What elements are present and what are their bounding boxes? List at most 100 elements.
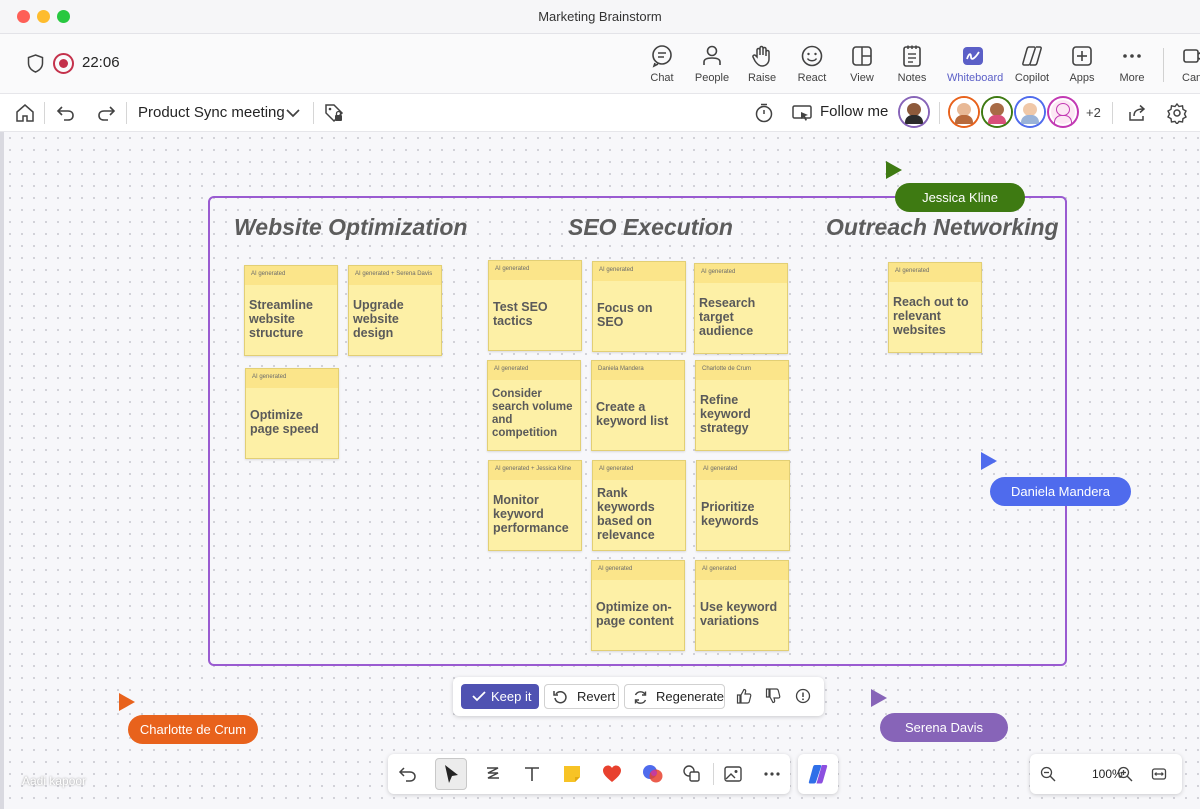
note-text: Streamline website structure xyxy=(249,298,313,340)
notes-button[interactable]: Notes xyxy=(887,42,937,92)
avatar-presenter[interactable] xyxy=(900,98,928,126)
avatar-jessica[interactable] xyxy=(983,98,1011,126)
follow-me-label[interactable]: Follow me xyxy=(820,103,888,120)
fit-to-screen-icon[interactable] xyxy=(1151,766,1167,782)
self-view-name: Aadi kapoor xyxy=(22,774,87,788)
chat-label: Chat xyxy=(650,72,674,84)
window-title: Marketing Brainstorm xyxy=(538,9,662,24)
note-text: Test SEO tactics xyxy=(493,300,548,328)
thumbs-up-icon[interactable] xyxy=(736,688,752,704)
note-tag: AI generated xyxy=(252,374,287,380)
note-tag: AI generated xyxy=(701,269,736,275)
sticky-note[interactable]: AI generated Streamline website structure xyxy=(244,265,338,356)
drawing-toolbar xyxy=(388,754,790,794)
raise-hand-button[interactable]: Raise xyxy=(737,42,787,92)
people-button[interactable]: People xyxy=(687,42,737,92)
raise-hand-icon xyxy=(752,45,770,67)
note-text: Optimize page speed xyxy=(250,408,319,436)
note-text: Create a keyword list xyxy=(596,400,669,428)
view-button[interactable]: View xyxy=(837,42,887,92)
sticky-note[interactable]: AI generated + Serena Davis Upgrade websi… xyxy=(348,265,442,356)
sticky-note[interactable]: AI generated Use keyword variations xyxy=(695,560,789,651)
chevron-down-icon[interactable] xyxy=(282,102,304,124)
more-icon xyxy=(1123,54,1141,58)
apps-label: Apps xyxy=(1069,72,1095,84)
avatar-charlotte[interactable] xyxy=(950,98,978,126)
note-text: Monitor keyword performance xyxy=(493,493,569,535)
share-icon[interactable] xyxy=(1126,102,1148,124)
cursor-label-jessica: Jessica Kline xyxy=(895,183,1025,212)
note-text: Consider search volume and competition xyxy=(492,388,573,439)
settings-gear-icon[interactable] xyxy=(1166,102,1188,124)
insert-image-button[interactable] xyxy=(720,761,746,787)
toolbar-divider xyxy=(44,102,45,124)
more-tools-button[interactable] xyxy=(759,761,785,787)
cursor-serena-icon xyxy=(871,689,887,707)
note-text: Prioritize keywords xyxy=(701,500,759,528)
camera-button[interactable]: Cam xyxy=(1172,42,1200,92)
ink-icon xyxy=(487,767,499,779)
select-tool-button[interactable] xyxy=(435,758,467,790)
timer-icon[interactable] xyxy=(753,102,775,124)
raise-label: Raise xyxy=(747,72,777,84)
whiteboard-icon xyxy=(963,47,983,65)
meeting-controls-bar: 22:06 Chat People Raise React View Notes… xyxy=(0,34,1200,97)
toolbar-divider xyxy=(939,102,940,124)
undo-icon[interactable] xyxy=(55,102,77,124)
avatar-person-icon[interactable] xyxy=(1049,98,1077,126)
home-icon[interactable] xyxy=(14,102,36,124)
lock-tag-icon[interactable] xyxy=(323,102,345,124)
zoom-out-icon[interactable] xyxy=(1040,766,1056,782)
sticky-note[interactable]: AI generated Reach out to relevant websit… xyxy=(888,262,982,353)
extra-participants-count[interactable]: +2 xyxy=(1086,105,1101,120)
reactions-tool-button[interactable] xyxy=(599,761,625,787)
sticky-note[interactable]: AI generated + Jessica Kline Monitor keyw… xyxy=(488,460,582,551)
redo-icon[interactable] xyxy=(95,102,117,124)
shapes-tool-button[interactable] xyxy=(679,761,705,787)
note-tag: Daniela Mandera xyxy=(598,366,644,372)
sticky-note-tool-button[interactable] xyxy=(559,761,585,787)
sticky-note[interactable]: AI generated Optimize on-page content xyxy=(591,560,685,651)
toolbar-divider xyxy=(126,102,127,124)
cursor-label-charlotte: Charlotte de Crum xyxy=(128,715,258,744)
sticky-note[interactable]: AI generated Test SEO tactics xyxy=(488,260,582,351)
sticky-note[interactable]: AI generated Consider search volume and c… xyxy=(487,360,581,451)
info-feedback-icon[interactable] xyxy=(795,688,811,704)
templates-tool-button[interactable] xyxy=(639,761,665,787)
sticky-note[interactable]: AI generated Optimize page speed xyxy=(245,368,339,459)
chat-icon xyxy=(652,45,672,68)
copilot-button[interactable]: Copilot xyxy=(1007,42,1057,92)
more-button[interactable]: More xyxy=(1107,42,1157,92)
regenerate-label: Regenerate xyxy=(656,689,724,704)
whiteboard-button[interactable]: Whiteboard xyxy=(947,42,1003,97)
follow-me-icon[interactable] xyxy=(791,102,813,124)
apps-button[interactable]: Apps xyxy=(1057,42,1107,92)
avatar-daniela[interactable] xyxy=(1016,98,1044,126)
zoom-in-icon[interactable] xyxy=(1117,766,1133,782)
copilot-label: Copilot xyxy=(1014,72,1050,84)
thumbs-down-icon[interactable] xyxy=(765,688,781,704)
cursor-charlotte-icon xyxy=(119,693,135,711)
note-text: Focus on SEO xyxy=(597,301,653,329)
sticky-note[interactable]: Charlotte de Crum Refine keyword strategy xyxy=(695,360,789,451)
react-button[interactable]: React xyxy=(787,42,837,92)
copilot-button[interactable] xyxy=(798,754,838,794)
toolbar-divider xyxy=(1163,48,1164,82)
keep-it-button[interactable]: Keep it xyxy=(461,684,539,709)
sticky-note[interactable]: AI generated Research target audience xyxy=(694,263,788,354)
regenerate-button[interactable]: Regenerate xyxy=(624,684,725,709)
pen-tool-button[interactable] xyxy=(480,761,506,787)
note-tag: AI generated xyxy=(702,566,737,572)
undo-tool-button[interactable] xyxy=(395,761,421,787)
sticky-note[interactable]: Daniela Mandera Create a keyword list xyxy=(591,360,685,451)
chat-button[interactable]: Chat xyxy=(637,42,687,92)
sticky-note[interactable]: AI generated Prioritize keywords xyxy=(696,460,790,551)
note-tag: AI generated xyxy=(494,366,529,372)
view-label: View xyxy=(850,72,874,84)
revert-button[interactable]: Revert xyxy=(544,684,619,709)
note-tag: AI generated xyxy=(895,268,930,274)
meeting-name-dropdown[interactable]: Product Sync meeting xyxy=(138,104,285,121)
sticky-note[interactable]: AI generated Focus on SEO xyxy=(592,261,686,352)
sticky-note[interactable]: AI generated Rank keywords based on relev… xyxy=(592,460,686,551)
text-tool-button[interactable] xyxy=(519,761,545,787)
